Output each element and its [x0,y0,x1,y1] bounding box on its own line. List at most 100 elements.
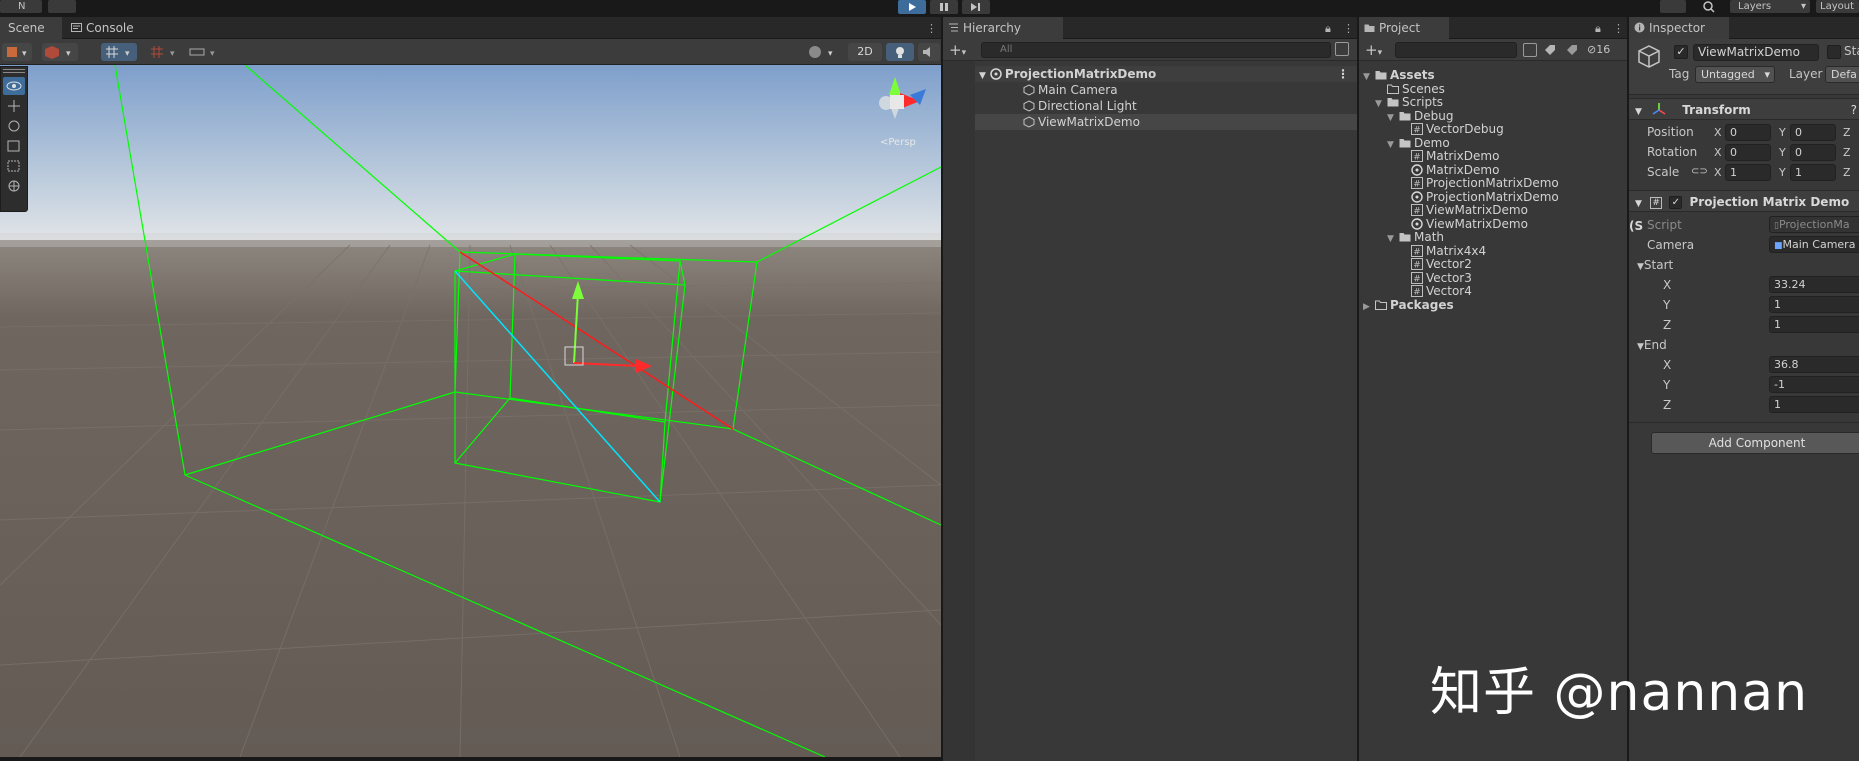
start-foldout[interactable]: ▼Start [1637,256,1673,274]
create-asset-button[interactable]: +▾ [1365,41,1382,59]
start-x-field[interactable]: 33.24 [1769,276,1859,293]
transform-tool-button[interactable] [3,177,25,195]
pause-button[interactable] [930,0,958,14]
rect-tool-button[interactable] [3,157,25,175]
scale-x-field[interactable]: 1 [1725,164,1771,181]
lock-icon[interactable]: 🔒︎ [1325,22,1331,36]
project-tree-item[interactable]: ▶ Packages [1359,298,1627,312]
search-by-type-icon[interactable] [1523,43,1537,57]
play-button[interactable] [898,0,926,14]
scale-y-field[interactable]: 1 [1790,164,1836,181]
scene-canvas[interactable]: <Persp [0,65,941,757]
active-checkbox[interactable]: ✓ [1674,45,1688,59]
project-tree-item[interactable]: # ProjectionMatrixDemo [1359,176,1627,190]
hierarchy-item-viewmatrixdemo[interactable]: ViewMatrixDemo [975,114,1357,130]
lighting-toggle-button[interactable] [886,43,914,61]
position-y-field[interactable]: 0 [1790,124,1836,141]
project-tree-item[interactable]: MatrixDemo [1359,163,1627,177]
tab-project[interactable]: Project [1359,17,1449,39]
tab-scene[interactable]: Scene [0,17,62,39]
project-tree-item[interactable]: ▼ Assets [1359,68,1627,82]
component-header[interactable]: ▼ # ✓ Projection Matrix Demo (S ? [1629,190,1859,233]
tag-dropdown[interactable]: Untagged ▾ [1695,66,1775,83]
tab-console[interactable]: Console [66,17,146,39]
scene-root-row[interactable]: ▼ ProjectionMatrixDemo ⋮ [975,66,1357,82]
lock-icon[interactable]: 🔒︎ [1595,22,1601,36]
end-foldout[interactable]: ▼End [1637,336,1667,354]
project-tree-item[interactable]: # MatrixDemo [1359,149,1627,163]
rotation-x-field[interactable]: 0 [1725,144,1771,161]
cloud-icon[interactable] [48,0,76,13]
project-tree-item[interactable]: # Matrix4x4 [1359,244,1627,258]
script-icon: # [1411,244,1426,258]
gizmo-object-button[interactable]: ▾ [42,43,78,61]
project-tree-item[interactable]: Scenes [1359,82,1627,96]
collab-icon[interactable] [90,0,110,13]
search-icon[interactable] [1696,0,1722,13]
toggle-2d-button[interactable]: 2D [848,43,882,61]
step-button[interactable] [962,0,990,14]
transform-header[interactable]: ▼ Transform ? [1629,98,1859,120]
scene-viewport[interactable]: <Persp [0,65,941,757]
ruler-button[interactable]: ▾ [186,43,222,61]
move-tool-button[interactable] [3,97,25,115]
kebab-menu-icon[interactable]: ⋮ [1337,66,1349,82]
hierarchy-item-directional-light[interactable]: Directional Light [975,98,1357,114]
camera-field[interactable]: ■Main Camera [1769,236,1859,253]
project-tree-item[interactable]: # Vector2 [1359,257,1627,271]
history-icon[interactable] [1660,0,1686,13]
search-filter-icon[interactable] [1335,42,1349,56]
expand-arrow-icon[interactable]: ▶ [1363,300,1375,314]
draw-mode-button[interactable]: ▾ [2,43,32,61]
shading-mode-button[interactable]: ▾ [804,43,840,61]
tab-inspector[interactable]: Inspector [1629,17,1729,39]
drag-handle[interactable] [3,69,25,73]
grid-snap-button[interactable]: ▾ [101,43,137,61]
kebab-menu-icon[interactable]: ⋮ [1613,22,1624,35]
static-checkbox[interactable] [1827,45,1841,59]
object-name-field[interactable]: ViewMatrixDemo [1693,44,1819,61]
project-tree-item[interactable]: ViewMatrixDemo [1359,217,1627,231]
start-z-field[interactable]: 1 [1769,316,1859,333]
kebab-menu-icon[interactable]: ⋮ [1343,22,1354,35]
kebab-menu-icon[interactable]: ⋮ [926,22,937,35]
project-tree-item[interactable]: ▼ Debug [1359,109,1627,123]
camera-label: Camera [1647,238,1695,252]
end-x-field[interactable]: 36.8 [1769,356,1859,373]
project-tree-item[interactable]: # ViewMatrixDemo [1359,203,1627,217]
audio-toggle-button[interactable] [918,43,940,61]
project-tree-item[interactable]: # Vector4 [1359,284,1627,298]
project-search-input[interactable] [1395,42,1517,58]
help-icon[interactable]: ? [1851,99,1857,121]
layers-dropdown[interactable]: Layers ▾ [1730,0,1810,13]
account-dropdown[interactable]: N [0,0,42,13]
view-tool-button[interactable] [3,77,25,95]
star-icon[interactable] [1565,43,1579,57]
rotation-y-field[interactable]: 0 [1790,144,1836,161]
hierarchy-item-main-camera[interactable]: Main Camera [975,82,1357,98]
component-enabled-checkbox[interactable]: ✓ [1669,196,1683,209]
project-tree-item[interactable]: # Vector3 [1359,271,1627,285]
create-button[interactable]: +▾ [949,41,966,59]
project-tree-item[interactable]: ProjectionMatrixDemo [1359,190,1627,204]
add-component-button[interactable]: Add Component [1651,432,1859,454]
end-y-field[interactable]: -1 [1769,376,1859,393]
search-by-label-icon[interactable] [1543,43,1557,57]
position-x-field[interactable]: 0 [1725,124,1771,141]
tab-hierarchy[interactable]: Hierarchy [943,17,1063,39]
hidden-packages-toggle[interactable]: ⊘16 [1587,43,1610,56]
project-tree-item[interactable]: # VectorDebug [1359,122,1627,136]
rotate-tool-button[interactable] [3,117,25,135]
increment-snap-button[interactable]: ▾ [146,43,182,61]
project-tree-item[interactable]: ▼ Demo [1359,136,1627,150]
script-icon: # [1411,284,1426,298]
project-tree-item[interactable]: ▼ Math [1359,230,1627,244]
link-icon[interactable]: ⊂⊃ [1691,163,1708,181]
project-tree-item[interactable]: ▼ Scripts [1359,95,1627,109]
end-z-field[interactable]: 1 [1769,396,1859,413]
scale-tool-button[interactable] [3,137,25,155]
hierarchy-search-input[interactable]: All [981,42,1331,58]
start-y-field[interactable]: 1 [1769,296,1859,313]
layout-dropdown[interactable]: Layout [1816,0,1859,13]
layer-dropdown[interactable]: Defa [1825,66,1859,83]
